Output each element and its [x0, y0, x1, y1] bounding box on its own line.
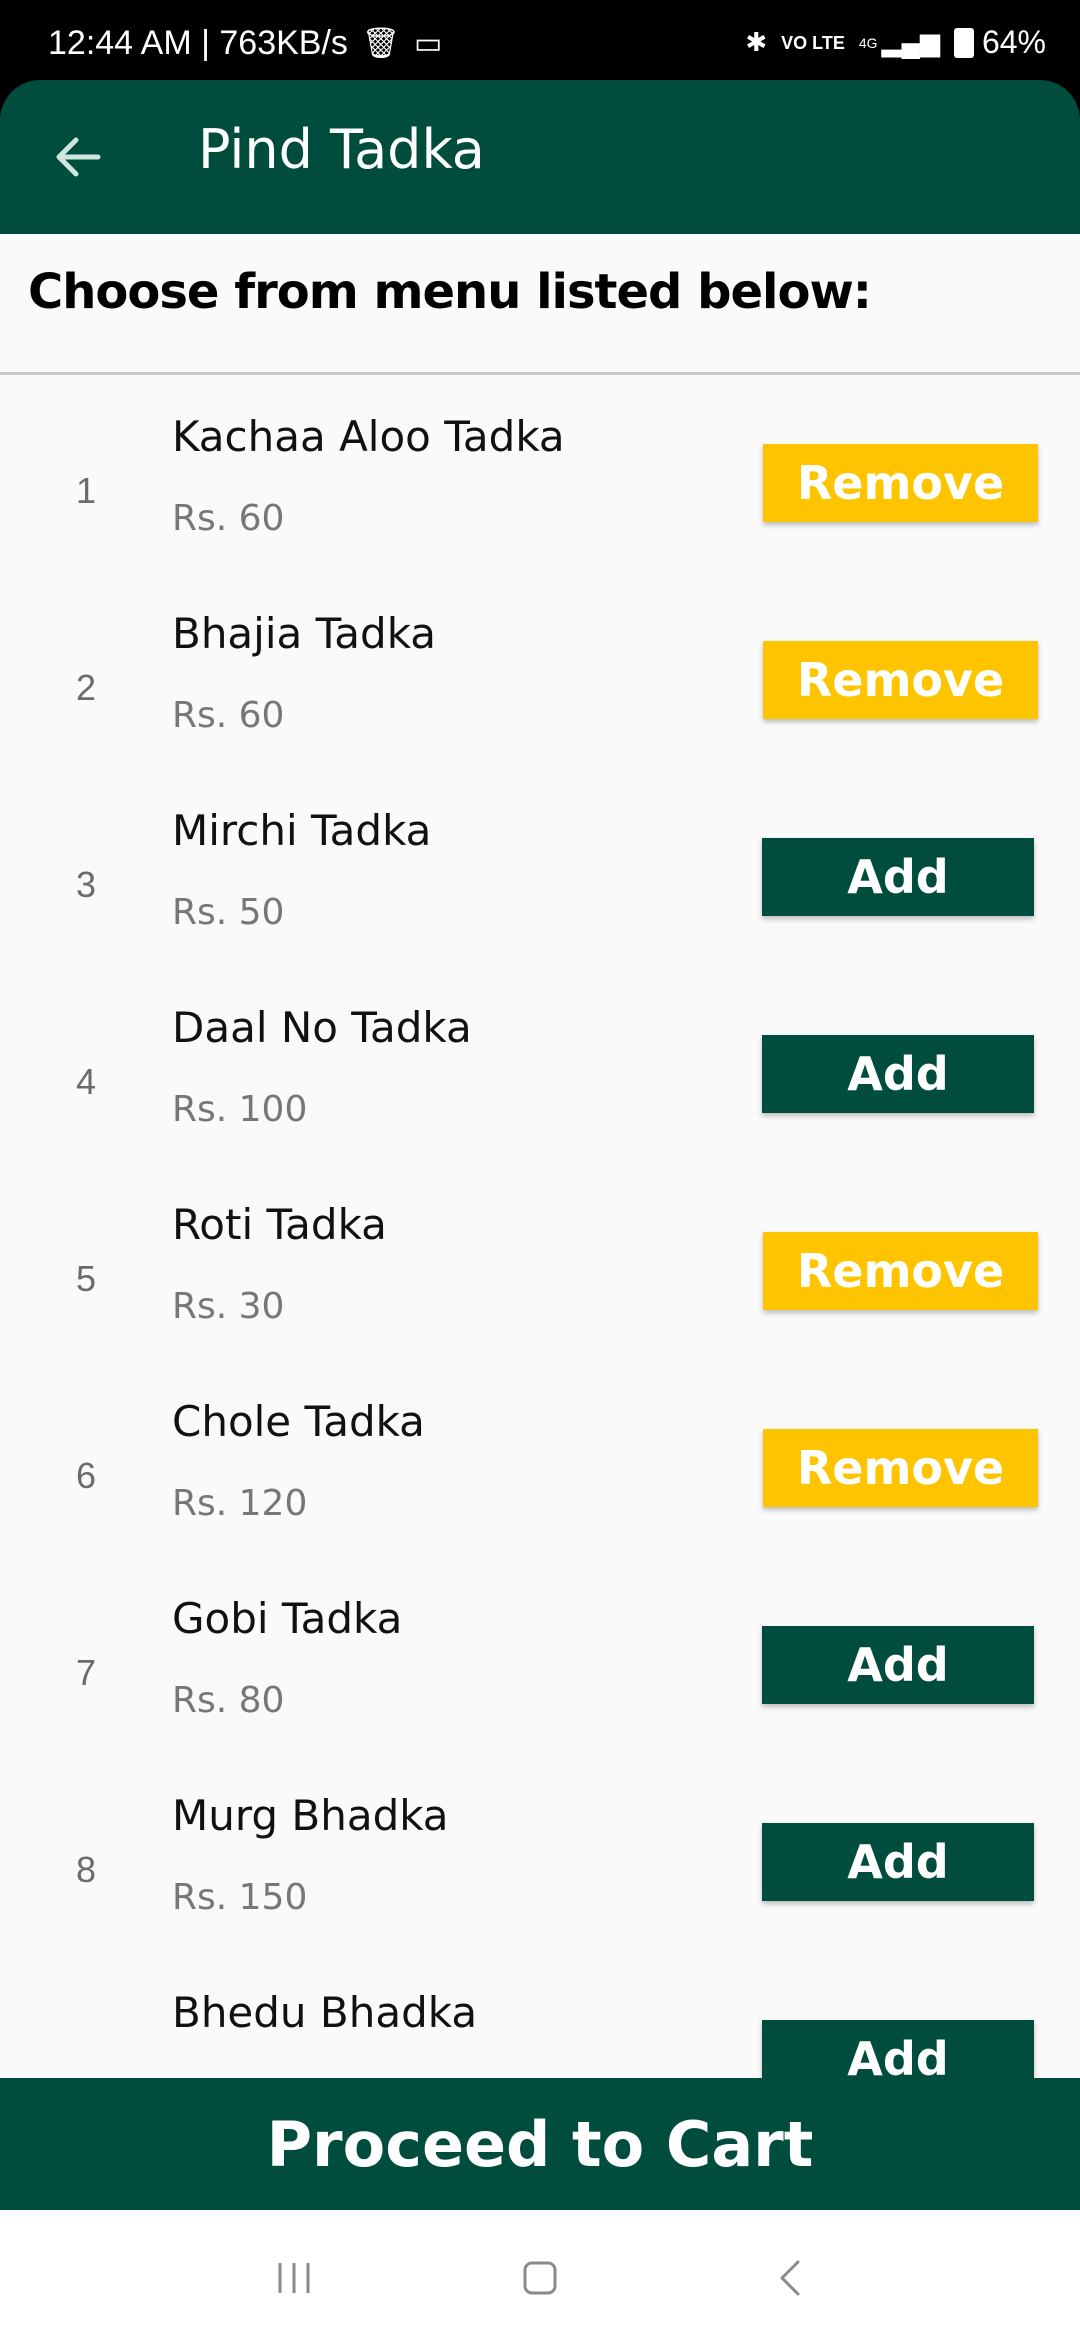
- item-name: Roti Tadka: [172, 1200, 387, 1249]
- menu-item-row: 2 Bhajia Tadka Rs. 60 Remove: [0, 609, 1080, 824]
- item-price: Rs. 150: [172, 1877, 308, 1918]
- bluetooth-icon: ✱: [745, 27, 768, 57]
- proceed-to-cart-button[interactable]: Proceed to Cart: [0, 2078, 1080, 2210]
- add-button[interactable]: Add: [762, 1823, 1034, 1901]
- remove-button[interactable]: Remove: [763, 641, 1038, 719]
- item-name: Murg Bhadka: [172, 1791, 449, 1840]
- menu-item-row: 5 Roti Tadka Rs. 30 Remove: [0, 1200, 1080, 1415]
- menu-heading: Choose from menu listed below:: [28, 264, 872, 320]
- menu-item-row: 3 Mirchi Tadka Rs. 50 Add: [0, 806, 1080, 1021]
- item-name: Bhedu Bhadka: [172, 1988, 478, 2037]
- item-price: Rs. 60: [172, 695, 285, 736]
- add-button[interactable]: Add: [762, 1626, 1034, 1704]
- item-name: Mirchi Tadka: [172, 806, 432, 855]
- item-price: Rs. 120: [172, 1483, 308, 1524]
- menu-item-row: 1 Kachaa Aloo Tadka Rs. 60 Remove: [0, 412, 1080, 627]
- menu-content[interactable]: Choose from menu listed below: 1 Kachaa A…: [0, 234, 1080, 2078]
- system-nav-bar: [0, 2210, 1080, 2340]
- item-index: 1: [76, 470, 97, 511]
- network-type: 4G: [858, 34, 878, 51]
- item-name: Gobi Tadka: [172, 1594, 403, 1643]
- item-index: 3: [76, 864, 97, 905]
- app-bar: Pind Tadka: [0, 80, 1080, 234]
- item-name: Kachaa Aloo Tadka: [172, 412, 565, 461]
- item-index: 6: [76, 1455, 97, 1496]
- page-title: Pind Tadka: [198, 118, 485, 181]
- devices-icon: ▭: [414, 27, 443, 60]
- add-button[interactable]: Add: [762, 2020, 1034, 2078]
- status-right: ✱ VO LTE 4G ▂▄▆ 64%: [745, 24, 1046, 61]
- item-index: 7: [76, 1652, 97, 1693]
- item-price: Rs. 30: [172, 1286, 285, 1327]
- item-name: Chole Tadka: [172, 1397, 425, 1446]
- add-button[interactable]: Add: [762, 1035, 1034, 1113]
- add-button[interactable]: Add: [762, 838, 1034, 916]
- back-nav-icon[interactable]: [760, 2248, 820, 2308]
- menu-item-row: 8 Murg Bhadka Rs. 150 Add: [0, 1791, 1080, 2006]
- status-left: 12:44 AM | 763KB/s 🗑 ▭: [48, 24, 442, 63]
- back-arrow-icon[interactable]: [50, 130, 104, 184]
- item-name: Daal No Tadka: [172, 1003, 472, 1052]
- battery-level: 64%: [981, 24, 1046, 60]
- home-icon[interactable]: [510, 2248, 570, 2308]
- trash-icon: 🗑: [361, 27, 401, 60]
- remove-button[interactable]: Remove: [763, 444, 1038, 522]
- recent-apps-icon[interactable]: [264, 2248, 324, 2308]
- status-bar: 12:44 AM | 763KB/s 🗑 ▭ ✱ VO LTE 4G ▂▄▆ 6…: [0, 0, 1080, 80]
- item-index: 2: [76, 667, 97, 708]
- divider: [0, 372, 1080, 375]
- volte-indicator: VO LTE: [781, 32, 845, 53]
- remove-button[interactable]: Remove: [763, 1232, 1038, 1310]
- menu-list: 1 Kachaa Aloo Tadka Rs. 60 Remove 2 Bhajia Ta…: [0, 412, 1080, 2078]
- item-index: 5: [76, 1258, 97, 1299]
- menu-item-row: Bhedu Bhadka Add: [0, 1988, 1080, 2078]
- signal-icon: ▂▄▆: [881, 27, 940, 57]
- item-index: 8: [76, 1849, 97, 1890]
- item-price: Rs. 60: [172, 498, 285, 539]
- battery-icon: [953, 27, 974, 58]
- menu-item-row: 7 Gobi Tadka Rs. 80 Add: [0, 1594, 1080, 1809]
- item-price: Rs. 50: [172, 892, 285, 933]
- item-price: Rs. 100: [172, 1089, 308, 1130]
- menu-item-row: 6 Chole Tadka Rs. 120 Remove: [0, 1397, 1080, 1612]
- item-price: Rs. 80: [172, 1680, 285, 1721]
- status-time: 12:44 AM | 763KB/s: [48, 24, 348, 62]
- item-index: 4: [76, 1061, 97, 1102]
- item-name: Bhajia Tadka: [172, 609, 437, 658]
- menu-item-row: 4 Daal No Tadka Rs. 100 Add: [0, 1003, 1080, 1218]
- remove-button[interactable]: Remove: [763, 1429, 1038, 1507]
